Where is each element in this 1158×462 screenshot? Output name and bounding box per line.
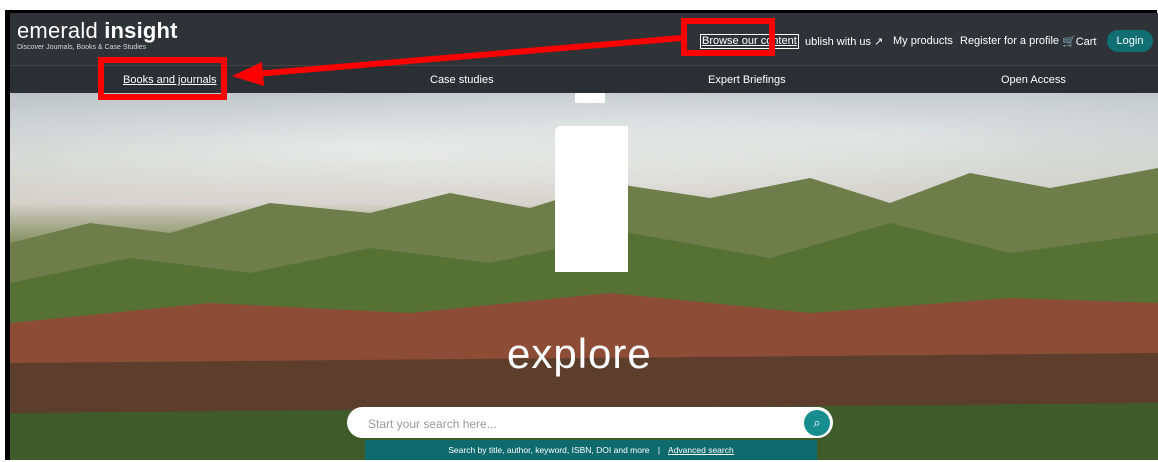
annotation-arrow <box>232 35 683 86</box>
